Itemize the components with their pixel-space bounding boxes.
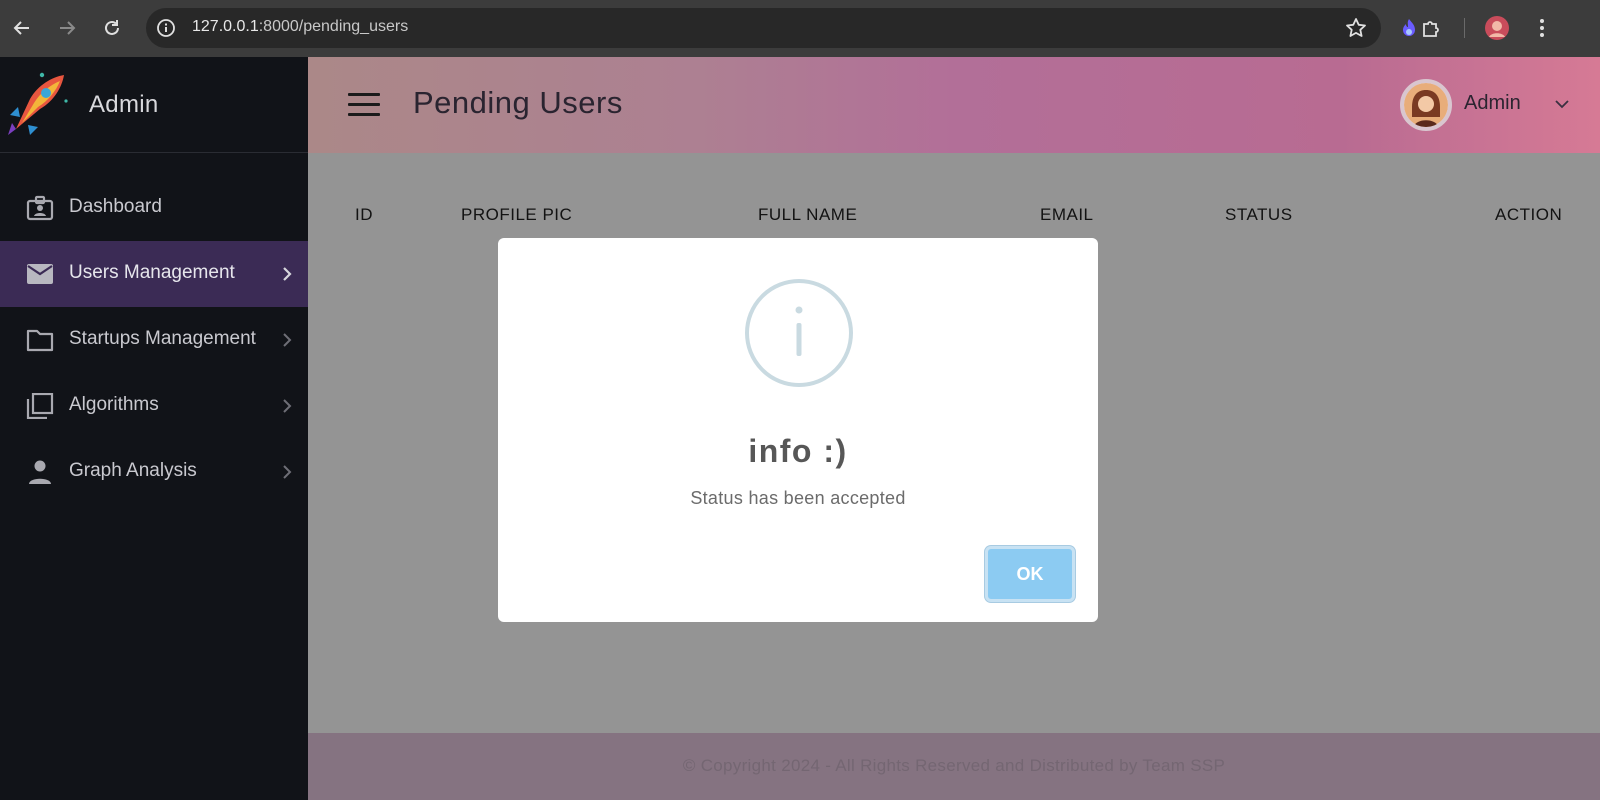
back-button[interactable]	[8, 14, 36, 42]
top-header: Pending Users Admin	[308, 57, 1600, 153]
chevron-right-icon	[283, 465, 292, 479]
arrow-right-icon	[60, 21, 76, 35]
ok-button[interactable]: OK	[985, 546, 1075, 602]
browser-menu-button[interactable]	[1528, 14, 1556, 42]
sidebar-item-users-management[interactable]: Users Management	[0, 241, 308, 307]
sidebar-item-label: Users Management	[69, 262, 235, 283]
more-vertical-icon	[1540, 19, 1544, 37]
url-path: :8000/pending_users	[258, 18, 409, 35]
page-title: Pending Users	[413, 85, 623, 120]
arrow-left-icon	[13, 21, 29, 35]
info-dialog: info :) Status has been accepted OK	[498, 238, 1098, 622]
extensions-area	[1395, 12, 1595, 44]
dialog-message: Status has been accepted	[690, 488, 906, 508]
url-host: 127.0.0.1	[192, 18, 259, 35]
user-menu[interactable]: Admin	[1400, 79, 1570, 131]
person-icon	[29, 460, 51, 484]
chevron-right-icon	[283, 333, 292, 347]
info-circle-icon	[745, 279, 853, 387]
copy-icon	[26, 393, 54, 419]
extensions-menu-button[interactable]	[1417, 14, 1445, 42]
mail-icon	[27, 264, 53, 284]
avatar	[1400, 79, 1452, 131]
user-avatar-icon	[1404, 83, 1448, 127]
profile-button[interactable]	[1483, 14, 1511, 42]
sidebar-item-graph-analysis[interactable]: Graph Analysis	[0, 439, 308, 505]
sidebar-item-algorithms[interactable]: Algorithms	[0, 373, 308, 439]
sidebar-menu: Dashboard Users Management Startups Mana…	[0, 175, 308, 505]
sidebar-item-startups-management[interactable]: Startups Management	[0, 307, 308, 373]
sidebar-item-label: Graph Analysis	[69, 460, 197, 481]
sidebar-item-label: Startups Management	[69, 328, 256, 349]
puzzle-icon	[1423, 21, 1439, 37]
reload-icon	[105, 20, 119, 35]
forward-button[interactable]	[53, 14, 81, 42]
chevron-down-icon	[1555, 100, 1569, 109]
url-text: 127.0.0.1:8000/pending_users	[192, 18, 408, 36]
brand[interactable]: Admin	[0, 57, 308, 153]
sidebar-item-label: Dashboard	[69, 196, 162, 217]
hamburger-menu-icon[interactable]	[348, 93, 380, 117]
brand-title: Admin	[89, 91, 159, 118]
rocket-logo-icon	[8, 72, 68, 135]
toolbar-divider	[1464, 18, 1465, 38]
chevron-right-icon	[283, 267, 292, 281]
sidebar: Admin Dashboard Users Management Startup…	[0, 57, 308, 800]
sidebar-item-dashboard[interactable]: Dashboard	[0, 175, 308, 241]
bookmark-star-icon[interactable]	[1345, 17, 1367, 39]
reload-button[interactable]	[98, 14, 126, 42]
browser-toolbar: 127.0.0.1:8000/pending_users	[0, 0, 1600, 57]
site-info-icon[interactable]	[156, 18, 176, 38]
sidebar-item-label: Algorithms	[69, 394, 159, 415]
dialog-title: info :)	[748, 433, 848, 469]
folder-icon	[26, 329, 54, 352]
user-name: Admin	[1464, 92, 1521, 114]
chevron-right-icon	[283, 399, 292, 413]
address-bar[interactable]: 127.0.0.1:8000/pending_users	[146, 8, 1381, 48]
badge-icon	[26, 195, 54, 221]
profile-avatar-icon	[1485, 16, 1509, 40]
